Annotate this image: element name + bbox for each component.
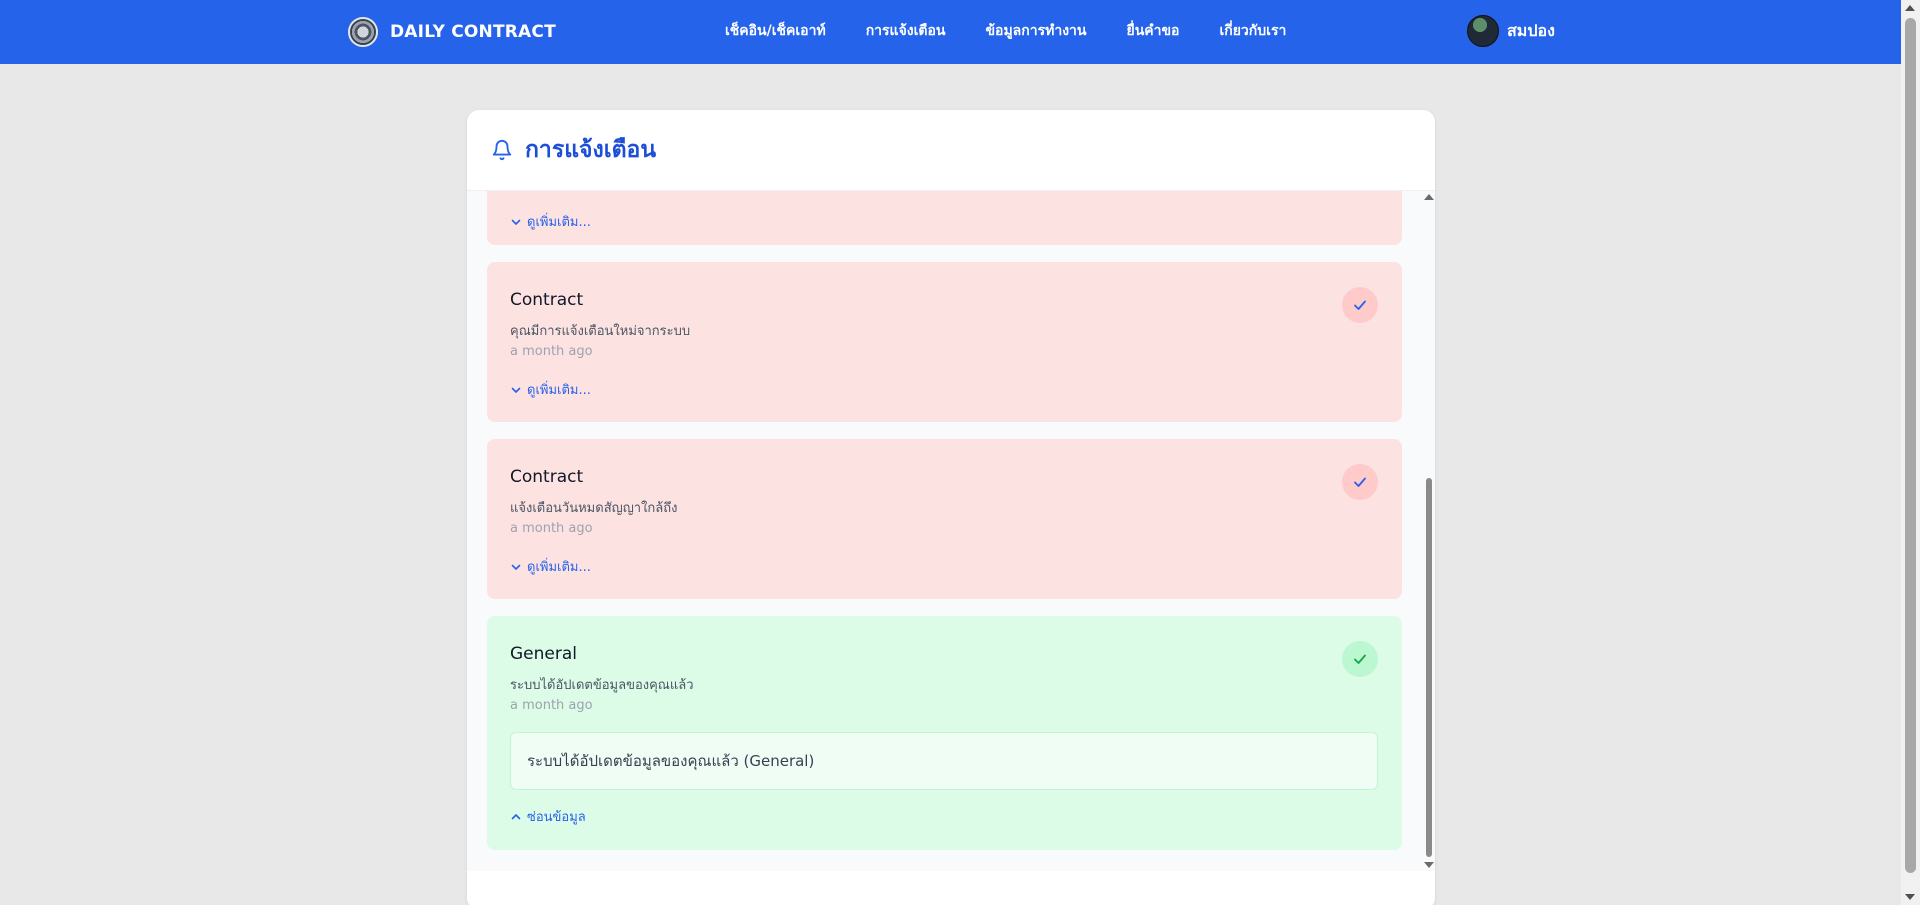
notifications-panel: การแจ้งเตือน ดูเพิ่มเติม... Contract คุณ… bbox=[467, 110, 1435, 905]
notification-item: General ระบบได้อัปเดตข้อมูลของคุณแล้ว a … bbox=[487, 616, 1402, 850]
chevron-down-icon bbox=[511, 387, 521, 393]
scroll-down-arrow[interactable] bbox=[1905, 894, 1915, 900]
notification-time: a month ago bbox=[510, 344, 593, 359]
notification-time: a month ago bbox=[510, 521, 593, 536]
notification-message: ระบบได้อัปเดตข้อมูลของคุณแล้ว bbox=[510, 678, 694, 693]
scroll-up-arrow[interactable] bbox=[1905, 5, 1915, 11]
nav-item-notifications[interactable]: การแจ้งเตือน bbox=[866, 20, 946, 42]
main-nav: เช็คอิน/เช็คเอาท์ การแจ้งเตือน ข้อมูลการ… bbox=[725, 20, 1286, 42]
show-more-label: ดูเพิ่มเติม... bbox=[527, 560, 591, 575]
list-scrollbar[interactable] bbox=[1423, 191, 1435, 871]
brand-name: DAILY CONTRACT bbox=[390, 22, 556, 42]
check-icon bbox=[1354, 477, 1366, 487]
nav-item-about[interactable]: เกี่ยวกับเรา bbox=[1219, 20, 1286, 42]
notification-item: ดูเพิ่มเติม... bbox=[487, 191, 1402, 245]
scrollbar-thumb[interactable] bbox=[1426, 478, 1432, 857]
notification-message: คุณมีการแจ้งเตือนใหม่จากระบบ bbox=[510, 324, 691, 339]
check-icon bbox=[1354, 654, 1366, 664]
notification-item: Contract แจ้งเตือนวันหมดสัญญาใกล้ถึง a m… bbox=[487, 439, 1402, 599]
window-scrollbar[interactable] bbox=[1901, 0, 1920, 905]
check-icon bbox=[1354, 300, 1366, 310]
notification-detail: ระบบได้อัปเดตข้อมูลของคุณแล้ว (General) bbox=[510, 732, 1378, 790]
show-more-label: ดูเพิ่มเติม... bbox=[527, 383, 591, 398]
notification-title: Contract bbox=[510, 467, 584, 487]
page-title: การแจ้งเตือน bbox=[525, 137, 657, 163]
top-navbar: DAILY CONTRACT เช็คอิน/เช็คเอาท์ การแจ้ง… bbox=[0, 0, 1901, 64]
notification-message: แจ้งเตือนวันหมดสัญญาใกล้ถึง bbox=[510, 501, 678, 516]
avatar bbox=[1467, 15, 1499, 47]
brand[interactable]: DAILY CONTRACT bbox=[348, 16, 556, 48]
chevron-up-icon bbox=[511, 813, 521, 819]
user-menu[interactable]: สมปอง bbox=[1467, 15, 1555, 47]
hide-details-label: ซ่อนข้อมูล bbox=[527, 810, 586, 825]
show-more-label: ดูเพิ่มเติม... bbox=[527, 215, 591, 230]
mark-read-button[interactable] bbox=[1342, 641, 1378, 677]
mark-read-button[interactable] bbox=[1342, 287, 1378, 323]
mark-read-button[interactable] bbox=[1342, 464, 1378, 500]
brand-logo bbox=[348, 17, 378, 47]
chevron-down-icon bbox=[511, 219, 521, 225]
show-more-toggle[interactable]: ดูเพิ่มเติม... bbox=[510, 556, 591, 577]
scroll-up-arrow[interactable] bbox=[1424, 194, 1434, 200]
notification-item: Contract คุณมีการแจ้งเตือนใหม่จากระบบ a … bbox=[487, 262, 1402, 422]
show-more-toggle[interactable]: ดูเพิ่มเติม... bbox=[510, 379, 591, 400]
chevron-down-icon bbox=[511, 564, 521, 570]
notification-title: General bbox=[510, 644, 577, 664]
notification-title: Contract bbox=[510, 290, 584, 310]
show-more-toggle[interactable]: ดูเพิ่มเติม... bbox=[510, 211, 591, 232]
user-name: สมปอง bbox=[1507, 20, 1555, 40]
nav-item-work-info[interactable]: ข้อมูลการทำงาน bbox=[985, 20, 1086, 42]
scrollbar-thumb[interactable] bbox=[1905, 18, 1916, 873]
nav-item-checkin[interactable]: เช็คอิน/เช็คเอาท์ bbox=[725, 20, 826, 42]
notification-list[interactable]: ดูเพิ่มเติม... Contract คุณมีการแจ้งเตือ… bbox=[467, 191, 1435, 871]
bell-icon bbox=[492, 140, 512, 161]
notification-time: a month ago bbox=[510, 698, 593, 713]
hide-details-toggle[interactable]: ซ่อนข้อมูล bbox=[510, 806, 586, 827]
scroll-down-arrow[interactable] bbox=[1424, 862, 1434, 868]
nav-item-requests[interactable]: ยื่นคำขอ bbox=[1126, 20, 1179, 42]
panel-header: การแจ้งเตือน bbox=[467, 110, 1435, 191]
